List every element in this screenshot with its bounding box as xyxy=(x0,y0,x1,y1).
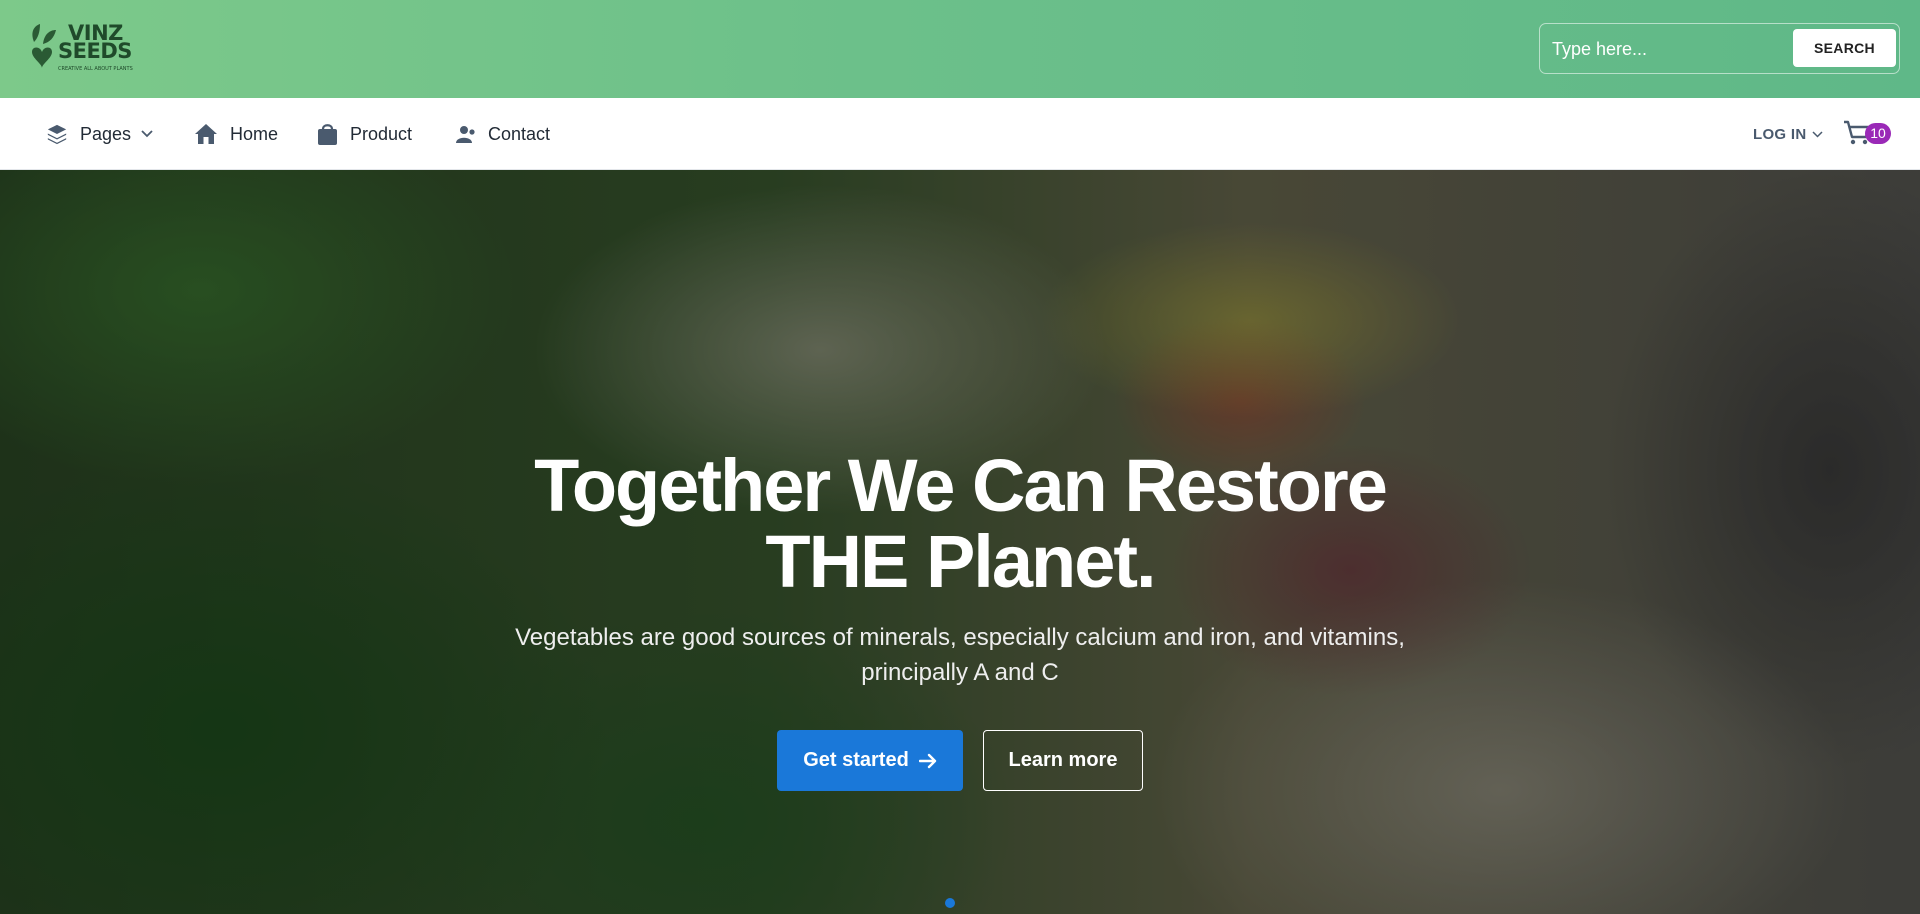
chevron-down-icon xyxy=(1812,130,1823,138)
main-nav: Pages Home Product Contact LOG IN 10 xyxy=(0,98,1920,170)
get-started-button[interactable]: Get started xyxy=(777,730,963,791)
home-icon xyxy=(195,124,217,144)
get-started-label: Get started xyxy=(803,749,909,771)
arrow-right-icon xyxy=(918,753,936,768)
nav-item-label: Home xyxy=(230,123,279,144)
nav-item-home[interactable]: Home xyxy=(194,98,278,170)
logo-wordmark: VINZ SEEDS xyxy=(58,23,132,63)
hero-title-line-2: THE Planet. xyxy=(765,520,1156,603)
chevron-down-icon xyxy=(141,130,153,138)
logo-line-2: SEEDS xyxy=(58,39,132,63)
top-header: VINZ SEEDS CREATIVE ALL ABOUT PLANTS SEA… xyxy=(0,0,1920,98)
search-button[interactable]: SEARCH xyxy=(1793,29,1896,67)
nav-item-contact[interactable]: Contact xyxy=(456,98,550,170)
shopping-bag-icon xyxy=(318,124,337,145)
hero-section: Together We Can Restore THE Planet. Vege… xyxy=(0,170,1920,914)
search-bar: SEARCH xyxy=(1539,23,1900,74)
layers-icon xyxy=(47,124,67,145)
nav-item-pages[interactable]: Pages xyxy=(46,98,153,170)
login-dropdown[interactable]: LOG IN xyxy=(1753,98,1823,170)
cart-count-badge: 10 xyxy=(1865,123,1891,144)
login-label: LOG IN xyxy=(1753,125,1807,143)
nav-item-label: Contact xyxy=(488,123,551,144)
cart-button[interactable]: 10 xyxy=(1843,118,1893,150)
nav-item-label: Pages xyxy=(80,123,132,144)
nav-item-label: Product xyxy=(350,123,413,144)
carousel-indicator[interactable] xyxy=(945,898,955,908)
leaf-heart-icon xyxy=(32,24,56,68)
hero-title: Together We Can Restore THE Planet. xyxy=(360,448,1560,600)
contact-icon xyxy=(456,126,475,143)
hero-subtitle: Vegetables are good sources of minerals,… xyxy=(515,624,1405,686)
nav-item-product[interactable]: Product xyxy=(317,98,412,170)
hero-title-line-1: Together We Can Restore xyxy=(534,444,1388,527)
learn-more-button[interactable]: Learn more xyxy=(983,730,1143,791)
search-input[interactable] xyxy=(1552,32,1772,66)
logo-tagline: CREATIVE ALL ABOUT PLANTS xyxy=(58,66,133,72)
site-logo[interactable]: VINZ SEEDS CREATIVE ALL ABOUT PLANTS xyxy=(28,20,138,76)
